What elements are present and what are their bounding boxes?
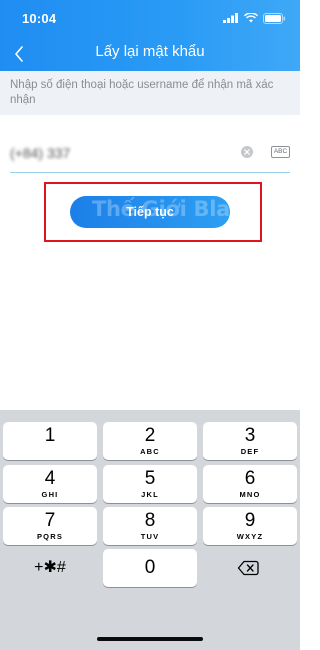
back-button[interactable] (4, 40, 34, 68)
key-digit: 9 (244, 510, 256, 531)
key-digit: 4 (44, 468, 56, 489)
phone-input-row: ABC (10, 137, 290, 173)
nav-bar: Lấy lại mật khẩu (0, 36, 300, 71)
phone-username-input[interactable] (10, 140, 230, 166)
key-3[interactable]: 3 DEF (203, 422, 297, 460)
key-1[interactable]: 1 (3, 422, 97, 460)
page-title: Lấy lại mật khẩu (95, 43, 205, 60)
key-7[interactable]: 7 PQRS (3, 507, 97, 545)
key-digit: 2 (144, 425, 156, 446)
key-digit: 6 (244, 468, 256, 489)
instruction-text: Nhập số điện thoại hoặc username để nhận… (0, 71, 300, 115)
key-digit: 0 (144, 557, 156, 578)
key-symbols[interactable]: +✱# (3, 549, 97, 587)
status-time: 10:04 (22, 11, 57, 26)
key-digit: 5 (144, 468, 156, 489)
key-digit: 3 (244, 425, 256, 446)
continue-button[interactable]: Tiếp tục (70, 196, 230, 228)
key-letters: WXYZ (236, 532, 264, 541)
key-0[interactable]: 0 (103, 549, 197, 587)
key-letters: GHI (41, 490, 59, 499)
key-digit: 7 (44, 510, 56, 531)
key-letters: PQRS (36, 532, 64, 541)
wifi-icon (244, 13, 258, 23)
keyboard-toggle-button[interactable]: ABC (271, 146, 290, 158)
battery-icon (263, 12, 286, 24)
clear-input-button[interactable] (241, 146, 253, 158)
key-letters: MNO (239, 490, 261, 499)
backspace-icon (237, 560, 259, 576)
key-letters: ABC (140, 447, 160, 456)
key-6[interactable]: 6 MNO (203, 465, 297, 503)
key-letters: JKL (141, 490, 159, 499)
key-5[interactable]: 5 JKL (103, 465, 197, 503)
key-digit: 8 (144, 510, 156, 531)
key-8[interactable]: 8 TUV (103, 507, 197, 545)
signal-icon (223, 13, 238, 23)
key-9[interactable]: 9 WXYZ (203, 507, 297, 545)
chevron-left-icon (15, 46, 23, 62)
delete-key[interactable] (201, 549, 295, 587)
key-2[interactable]: 2 ABC (103, 422, 197, 460)
key-digit: 1 (44, 425, 56, 446)
close-icon (244, 149, 250, 155)
app-header: 10:04 Lấy lại mật khẩu (0, 0, 300, 71)
home-indicator (97, 637, 203, 641)
key-letters: DEF (240, 447, 260, 456)
status-bar: 10:04 (0, 0, 300, 36)
status-icons (223, 12, 286, 24)
key-4[interactable]: 4 GHI (3, 465, 97, 503)
key-letters: TUV (140, 532, 160, 541)
